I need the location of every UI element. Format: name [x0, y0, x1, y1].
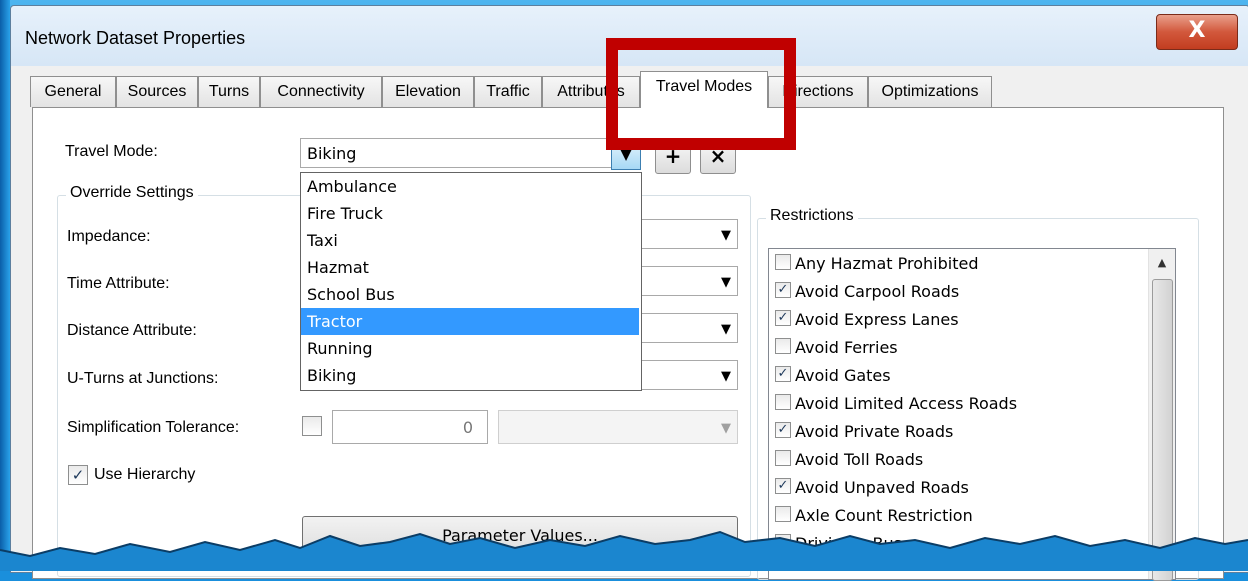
- restriction-label: Axle Count Restriction: [795, 506, 973, 525]
- dropdown-option[interactable]: Running: [301, 335, 639, 362]
- dropdown-option[interactable]: Taxi: [301, 227, 639, 254]
- restriction-checkbox[interactable]: ✓: [775, 282, 791, 298]
- dropdown-option-selected[interactable]: Tractor: [301, 308, 639, 335]
- simplification-units-select[interactable]: ▼: [498, 410, 738, 444]
- torn-edge-decoration: [0, 530, 1248, 571]
- dropdown-option[interactable]: Hazmat: [301, 254, 639, 281]
- restriction-label: Avoid Toll Roads: [795, 450, 924, 469]
- restriction-label: Avoid Limited Access Roads: [795, 394, 1018, 413]
- chevron-down-icon: ▼: [721, 228, 731, 243]
- simplification-checkbox[interactable]: [302, 416, 322, 436]
- restriction-checkbox[interactable]: [775, 254, 791, 270]
- tab-sources[interactable]: Sources: [116, 76, 198, 107]
- dropdown-option[interactable]: Fire Truck: [301, 200, 639, 227]
- close-icon: X: [1188, 18, 1206, 43]
- restriction-checkbox[interactable]: ✓: [775, 478, 791, 494]
- restriction-checkbox[interactable]: ✓: [775, 422, 791, 438]
- restriction-label: Avoid Private Roads: [795, 422, 954, 441]
- restriction-label: Avoid Express Lanes: [795, 310, 959, 329]
- restriction-label: Any Hazmat Prohibited: [795, 254, 979, 273]
- tab-connectivity[interactable]: Connectivity: [260, 76, 382, 107]
- check-icon: ✓: [71, 466, 85, 484]
- restriction-checkbox[interactable]: [775, 394, 791, 410]
- dropdown-option[interactable]: Biking: [301, 362, 639, 389]
- restrictions-title: Restrictions: [766, 207, 858, 225]
- tab-traffic[interactable]: Traffic: [474, 76, 542, 107]
- chevron-down-icon: ▼: [721, 275, 731, 290]
- uturns-label: U-Turns at Junctions:: [67, 370, 219, 387]
- use-hierarchy-label: Use Hierarchy: [94, 466, 196, 483]
- simplification-label: Simplification Tolerance:: [67, 419, 240, 436]
- restriction-checkbox[interactable]: [775, 450, 791, 466]
- restriction-label: Avoid Carpool Roads: [795, 282, 960, 301]
- callout-highlight-box: [606, 38, 796, 150]
- travel-mode-value: Biking: [307, 144, 357, 163]
- travel-mode-label: Travel Mode:: [65, 143, 158, 160]
- check-icon: ✓: [777, 366, 789, 381]
- tab-optimizations[interactable]: Optimizations: [868, 76, 992, 107]
- check-icon: ✓: [777, 310, 789, 325]
- restriction-label: Avoid Ferries: [795, 338, 898, 357]
- use-hierarchy-checkbox[interactable]: ✓: [68, 465, 88, 485]
- chevron-down-icon: ▼: [721, 369, 731, 384]
- impedance-label: Impedance:: [67, 228, 151, 245]
- restriction-checkbox[interactable]: ✓: [775, 366, 791, 382]
- scroll-up-icon[interactable]: ▲: [1149, 249, 1175, 277]
- restriction-checkbox[interactable]: [775, 338, 791, 354]
- tab-elevation[interactable]: Elevation: [382, 76, 474, 107]
- override-settings-title: Override Settings: [66, 184, 198, 202]
- restriction-label: Avoid Gates: [795, 366, 891, 385]
- chevron-down-icon: ▼: [721, 421, 731, 436]
- simplification-value-field[interactable]: 0: [332, 410, 488, 444]
- time-attribute-label: Time Attribute:: [67, 275, 170, 292]
- travel-mode-select[interactable]: Biking ▼: [300, 138, 641, 170]
- tab-general[interactable]: General: [30, 76, 116, 107]
- chevron-down-icon: ▼: [721, 322, 731, 337]
- simplification-value: 0: [462, 418, 473, 437]
- tab-turns[interactable]: Turns: [198, 76, 260, 107]
- check-icon: ✓: [777, 422, 789, 437]
- frame-edge: [0, 0, 10, 571]
- check-icon: ✓: [777, 478, 789, 493]
- close-button[interactable]: X: [1156, 14, 1238, 50]
- dropdown-option[interactable]: School Bus: [301, 281, 639, 308]
- travel-mode-dropdown-list: Ambulance Fire Truck Taxi Hazmat School …: [300, 172, 642, 391]
- restriction-label: Avoid Unpaved Roads: [795, 478, 969, 497]
- window-title: Network Dataset Properties: [25, 28, 246, 48]
- distance-attribute-label: Distance Attribute:: [67, 322, 197, 339]
- restriction-checkbox[interactable]: ✓: [775, 310, 791, 326]
- check-icon: ✓: [777, 282, 789, 297]
- dropdown-option[interactable]: Ambulance: [301, 173, 639, 200]
- restriction-checkbox[interactable]: [775, 506, 791, 522]
